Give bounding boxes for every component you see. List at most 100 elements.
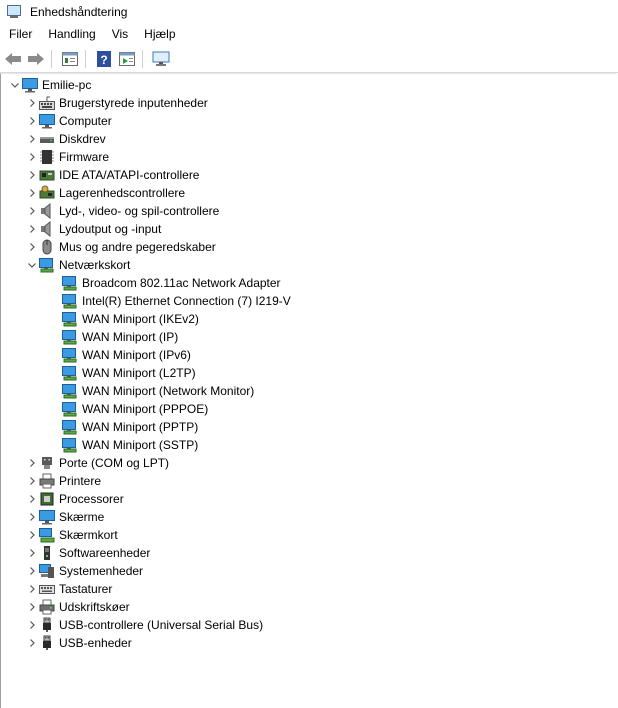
chevron-right-icon[interactable]	[25, 238, 39, 256]
processor-icon	[39, 491, 55, 507]
chevron-right-icon[interactable]	[25, 562, 39, 580]
tree-category-computer[interactable]: Computer	[1, 112, 617, 130]
tree-category-netv-rkskort[interactable]: Netværkskort	[1, 256, 617, 274]
tree-device-broadcom-802-11ac-network-adapter[interactable]: Broadcom 802.11ac Network Adapter	[1, 274, 617, 292]
tree-category-printere[interactable]: Printere	[1, 472, 617, 490]
network-adapter-icon	[62, 383, 78, 399]
chevron-right-icon[interactable]	[25, 472, 39, 490]
chevron-right-icon[interactable]	[25, 634, 39, 652]
tree-item-label: WAN Miniport (L2TP)	[82, 366, 196, 380]
tree-category-ide-ata-atapi-controllere[interactable]: IDE ATA/ATAPI-controllere	[1, 166, 617, 184]
tree-category-diskdrev[interactable]: Diskdrev	[1, 130, 617, 148]
menu-help[interactable]: Hjælp	[136, 24, 183, 44]
tree-item-label: Printere	[59, 474, 102, 488]
chevron-right-icon[interactable]	[25, 184, 39, 202]
tree-item-label: WAN Miniport (IP)	[82, 330, 179, 344]
port-icon	[39, 455, 55, 471]
chevron-right-icon[interactable]	[25, 598, 39, 616]
network-adapter-icon	[62, 437, 78, 453]
tree-device-wan-miniport-ikev2[interactable]: WAN Miniport (IKEv2)	[1, 310, 617, 328]
tree-item-label: WAN Miniport (SSTP)	[82, 438, 199, 452]
tree-item-label: Lagerenhedscontrollere	[59, 186, 186, 200]
chevron-right-icon[interactable]	[25, 454, 39, 472]
chevron-right-icon[interactable]	[25, 616, 39, 634]
tree-item-label: Intel(R) Ethernet Connection (7) I219-V	[82, 294, 291, 308]
menu-action[interactable]: Handling	[40, 24, 103, 44]
chevron-right-icon[interactable]	[25, 544, 39, 562]
tree-category-udskriftsk-er[interactable]: Udskriftskøer	[1, 598, 617, 616]
tree-device-wan-miniport-sstp[interactable]: WAN Miniport (SSTP)	[1, 436, 617, 454]
chevron-right-icon[interactable]	[25, 220, 39, 238]
menu-view[interactable]: Vis	[104, 24, 136, 44]
tree-item-label: USB-enheder	[59, 636, 132, 650]
tree-category-usb-controllere-universal-serial-bus[interactable]: USB-controllere (Universal Serial Bus)	[1, 616, 617, 634]
tree-category-systemenheder[interactable]: Systemenheder	[1, 562, 617, 580]
chevron-right-icon[interactable]	[25, 580, 39, 598]
properties-icon[interactable]	[60, 49, 80, 69]
tree-device-wan-miniport-network-monitor[interactable]: WAN Miniport (Network Monitor)	[1, 382, 617, 400]
network-adapter-icon	[62, 347, 78, 363]
tree-item-label: Systemenheder	[59, 564, 144, 578]
chevron-right-icon[interactable]	[25, 130, 39, 148]
tree-item-label: Emilie-pc	[42, 78, 92, 92]
tree-category-usb-enheder[interactable]: USB-enheder	[1, 634, 617, 652]
tree-device-wan-miniport-ip[interactable]: WAN Miniport (IP)	[1, 328, 617, 346]
tree-category-processorer[interactable]: Processorer	[1, 490, 617, 508]
network-adapter-icon	[62, 275, 78, 291]
chevron-right-icon[interactable]	[25, 202, 39, 220]
tree-category-lydoutput-og-input[interactable]: Lydoutput og -input	[1, 220, 617, 238]
network-adapter-icon	[62, 365, 78, 381]
tree-item-label: Skærmkort	[59, 528, 118, 542]
tree-device-wan-miniport-l2tp[interactable]: WAN Miniport (L2TP)	[1, 364, 617, 382]
tree-device-intel-r-ethernet-connection-7-i219-v[interactable]: Intel(R) Ethernet Connection (7) I219-V	[1, 292, 617, 310]
chevron-right-icon[interactable]	[25, 112, 39, 130]
help-icon[interactable]: ?	[94, 49, 114, 69]
chevron-right-icon[interactable]	[25, 508, 39, 526]
tree-category-lagerenhedscontrollere[interactable]: Lagerenhedscontrollere	[1, 184, 617, 202]
details-icon[interactable]	[117, 49, 137, 69]
toolbar-separator	[85, 50, 86, 68]
usb-icon	[39, 635, 55, 651]
tree-device-wan-miniport-ipv6[interactable]: WAN Miniport (IPv6)	[1, 346, 617, 364]
printer-icon	[39, 473, 55, 489]
keyboard-icon	[39, 581, 55, 597]
usb-icon	[39, 617, 55, 633]
tree-category-lyd-video-og-spil-controllere[interactable]: Lyd-, video- og spil-controllere	[1, 202, 617, 220]
tree-item-label: Netværkskort	[59, 258, 131, 272]
network-adapter-icon	[62, 419, 78, 435]
tree-category-sk-rme[interactable]: Skærme	[1, 508, 617, 526]
tree-device-wan-miniport-pptp[interactable]: WAN Miniport (PPTP)	[1, 418, 617, 436]
tree-item-label: Udskriftskøer	[59, 600, 130, 614]
tree-item-label: WAN Miniport (PPPOE)	[82, 402, 209, 416]
back-icon[interactable]	[3, 49, 23, 69]
tree-category-mus-og-andre-pegeredskaber[interactable]: Mus og andre pegeredskaber	[1, 238, 617, 256]
network-adapter-icon	[62, 293, 78, 309]
tree-category-sk-rmkort[interactable]: Skærmkort	[1, 526, 617, 544]
tree-category-firmware[interactable]: Firmware	[1, 148, 617, 166]
monitor-icon[interactable]	[151, 49, 171, 69]
chevron-right-icon[interactable]	[25, 166, 39, 184]
tree-item-label: Brugerstyrede inputenheder	[59, 96, 208, 110]
chevron-down-icon[interactable]	[8, 76, 22, 94]
tree-item-label: Lydoutput og -input	[59, 222, 162, 236]
tree-category-tastaturer[interactable]: Tastaturer	[1, 580, 617, 598]
tree-item-label: Diskdrev	[59, 132, 106, 146]
hid-icon	[39, 95, 55, 111]
tree-root-emilie-pc[interactable]: Emilie-pc	[1, 76, 617, 94]
menu-file[interactable]: Filer	[0, 24, 40, 44]
tree-device-wan-miniport-pppoe[interactable]: WAN Miniport (PPPOE)	[1, 400, 617, 418]
chevron-right-icon[interactable]	[25, 148, 39, 166]
forward-icon[interactable]	[26, 49, 46, 69]
device-tree[interactable]: Emilie-pc Brugerstyrede inputenheder Compu…	[0, 73, 617, 708]
tree-category-porte-com-og-lpt[interactable]: Porte (COM og LPT)	[1, 454, 617, 472]
title-bar: Enhedshåndtering	[0, 0, 618, 24]
chevron-down-icon[interactable]	[25, 256, 39, 274]
tree-item-label: IDE ATA/ATAPI-controllere	[59, 168, 200, 182]
tree-item-label: WAN Miniport (IKEv2)	[82, 312, 199, 326]
chevron-right-icon[interactable]	[25, 94, 39, 112]
tree-category-softwareenheder[interactable]: Softwareenheder	[1, 544, 617, 562]
tree-item-label: USB-controllere (Universal Serial Bus)	[59, 618, 264, 632]
chevron-right-icon[interactable]	[25, 490, 39, 508]
tree-category-brugerstyrede-inputenheder[interactable]: Brugerstyrede inputenheder	[1, 94, 617, 112]
chevron-right-icon[interactable]	[25, 526, 39, 544]
